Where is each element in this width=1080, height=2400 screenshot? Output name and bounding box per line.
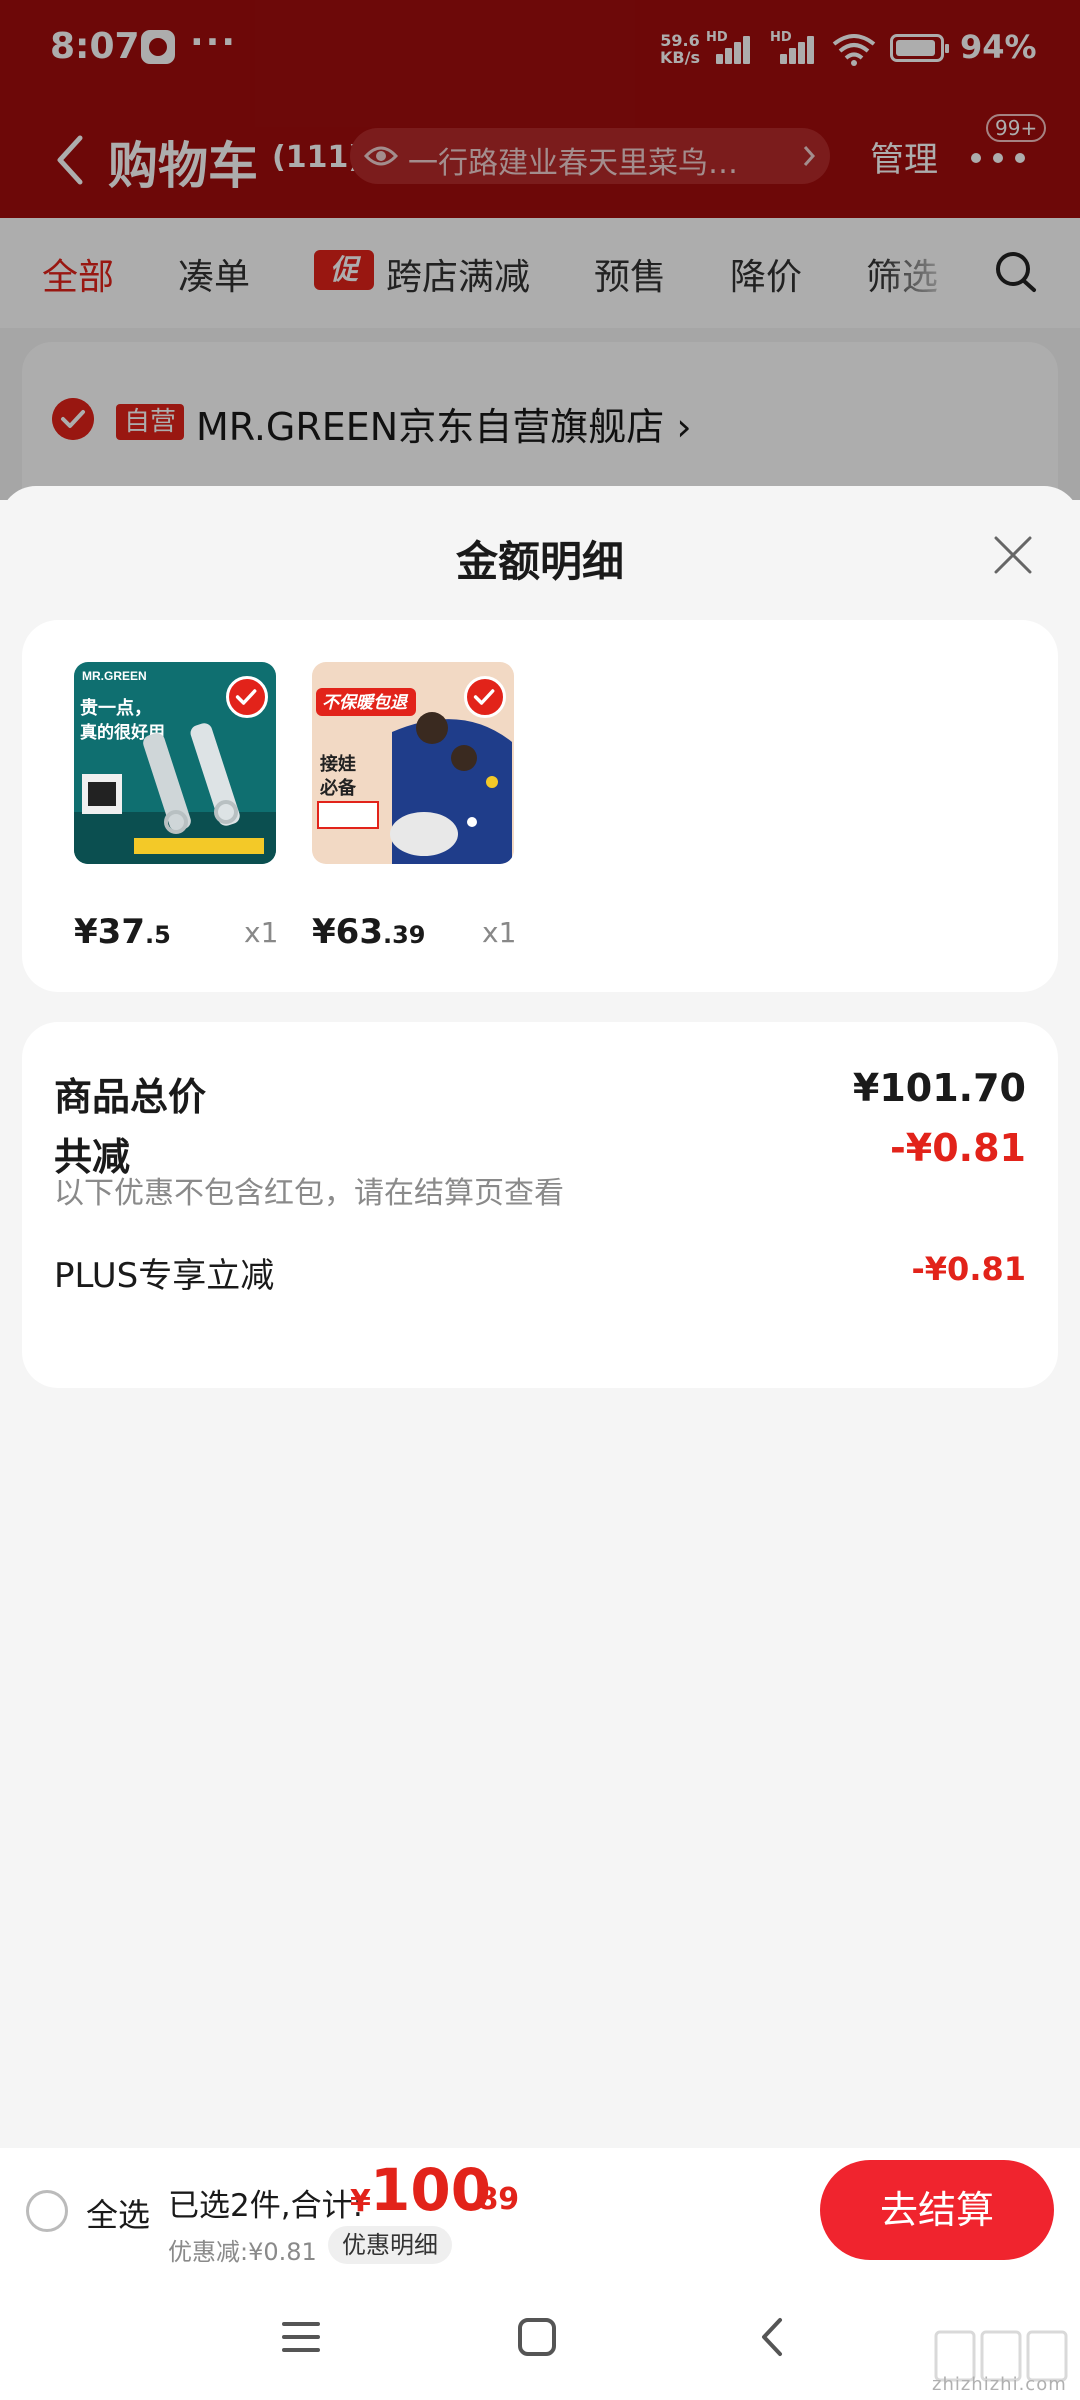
select-all-checkbox[interactable]: [26, 2190, 68, 2232]
total-currency: ¥: [350, 2184, 371, 2219]
close-icon[interactable]: [990, 532, 1036, 578]
amount-detail-sheet: 金额明细 MR.GREEN 贵一点， 真的很好用 ¥37.5 x1 不保暖包退 …: [0, 486, 1080, 2148]
modal-dim-overlay[interactable]: [0, 0, 1080, 500]
product-quantity: x1: [482, 916, 517, 949]
selected-summary: 已选2件,合计:: [168, 2188, 364, 2224]
product-image-promo: 不保暖包退: [322, 693, 409, 713]
product-quantity: x1: [244, 916, 279, 949]
checkout-button[interactable]: 去结算: [820, 2160, 1054, 2260]
selected-products-card: MR.GREEN 贵一点， 真的很好用 ¥37.5 x1 不保暖包退 接娃 必备…: [22, 620, 1058, 992]
total-price-label: 商品总价: [54, 1075, 207, 1119]
plus-discount-label: PLUS专享立减: [54, 1256, 275, 1296]
system-nav-bar: zhizhizhi.com: [0, 2274, 1080, 2400]
menu-icon[interactable]: [276, 2312, 326, 2362]
discount-detail-button[interactable]: 优惠明细: [328, 2226, 452, 2264]
product-price-decimal: .5: [144, 921, 171, 949]
product-price: ¥37.5: [74, 912, 171, 952]
total-discount-value: -¥0.81: [890, 1126, 1026, 1170]
select-all-label[interactable]: 全选: [86, 2190, 150, 2236]
product-checked-icon[interactable]: [226, 676, 268, 718]
product-price-integer: ¥37: [74, 912, 145, 952]
plus-discount-value: -¥0.81: [911, 1250, 1027, 1288]
product-image-slogan-1: 接娃: [320, 753, 356, 775]
discount-note: 以下优惠不包含红包，请在结算页查看: [54, 1176, 564, 1211]
checkout-bar: 全选 已选2件,合计: ¥ 100 .89 优惠减:¥0.81 优惠明细 去结算: [0, 2148, 1080, 2274]
product-image-brand: MR.GREEN: [82, 669, 147, 683]
total-price-value: ¥101.70: [852, 1066, 1026, 1110]
product-price-integer: ¥63: [312, 912, 383, 952]
product-price: ¥63.39: [312, 912, 426, 952]
price-summary-card: 商品总价 ¥101.70 共减 -¥0.81 以下优惠不包含红包，请在结算页查看…: [22, 1022, 1058, 1388]
discount-amount: 优惠减:¥0.81: [168, 2238, 317, 2266]
product-image-slogan-1: 贵一点，: [80, 697, 152, 719]
home-icon[interactable]: [512, 2312, 562, 2362]
product-price-decimal: .39: [382, 921, 426, 949]
watermark-text: zhizhizhi.com: [932, 2374, 1067, 2395]
sheet-title: 金额明细: [455, 537, 624, 586]
product-checked-icon[interactable]: [464, 676, 506, 718]
back-icon[interactable]: [748, 2312, 798, 2362]
total-amount-decimal: .89: [466, 2182, 520, 2217]
product-image-slogan-2: 必备: [319, 777, 357, 799]
